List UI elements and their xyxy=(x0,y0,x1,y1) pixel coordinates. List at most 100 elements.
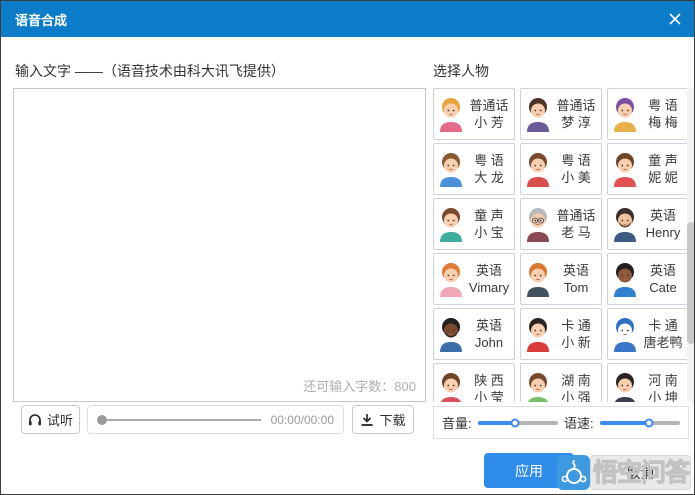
voice-avatar-icon xyxy=(614,153,636,187)
preview-button[interactable]: 试听 xyxy=(21,405,80,434)
voice-card[interactable]: 童 声小 宝 xyxy=(433,198,515,250)
voice-label: 英语 John xyxy=(464,318,514,351)
apply-button[interactable]: 应用 xyxy=(484,453,574,488)
preview-button-label: 试听 xyxy=(46,413,73,428)
voice-name: Cate xyxy=(649,279,677,295)
voice-lang: 英语 xyxy=(649,207,676,223)
voice-avatar-icon xyxy=(440,98,462,132)
voice-name: John xyxy=(474,334,504,350)
text-input-area[interactable] xyxy=(13,88,426,402)
voice-card[interactable]: 英语 Henry xyxy=(607,198,689,250)
voice-lang: 普通话 xyxy=(556,97,596,113)
voice-card[interactable]: 陕 西小 莹 xyxy=(433,363,515,402)
voice-avatar-icon xyxy=(527,208,549,242)
playhead-dot[interactable] xyxy=(97,414,107,425)
volume-slider[interactable] xyxy=(477,418,558,427)
speed-slider[interactable] xyxy=(599,418,680,427)
voice-grid: 普通话小 芳普通话梦 淳粤 语梅 梅粤 语大 龙粤 语小 美童 声妮 妮童 声小… xyxy=(433,88,689,402)
voice-name: 小 美 xyxy=(561,169,591,185)
scrollbar-thumb[interactable] xyxy=(687,222,694,344)
voice-card[interactable]: 普通话老 马 xyxy=(520,198,602,250)
voice-lang: 陕 西 xyxy=(474,372,504,388)
voice-name: Vimary xyxy=(468,279,510,295)
voice-card[interactable]: 英语 Tom xyxy=(520,253,602,305)
voice-card[interactable]: 粤 语大 龙 xyxy=(433,143,515,195)
voice-avatar-icon xyxy=(441,373,461,402)
voice-label: 英语 Vimary xyxy=(464,263,514,296)
voice-label: 童 声小 宝 xyxy=(464,208,514,241)
voice-lang: 英语 xyxy=(649,262,676,278)
voice-avatar-icon xyxy=(440,318,462,352)
voice-lang: 卡 通 xyxy=(561,317,591,333)
voice-name: 大 龙 xyxy=(474,169,504,185)
voice-card[interactable]: 湖 南小 强 xyxy=(520,363,602,402)
voice-name: 小 芳 xyxy=(474,114,504,130)
voice-name: Tom xyxy=(563,279,589,295)
cancel-button[interactable]: 取消 xyxy=(590,455,691,490)
voice-label: 普通话老 马 xyxy=(551,208,601,241)
voice-card[interactable]: 英语 Cate xyxy=(607,253,689,305)
voice-card[interactable]: 河 南小 坤 xyxy=(607,363,689,402)
voice-lang: 童 声 xyxy=(648,152,678,168)
voice-card[interactable]: 卡 通小 新 xyxy=(520,308,602,360)
voice-card[interactable]: 童 声妮 妮 xyxy=(607,143,689,195)
voice-lang: 河 南 xyxy=(648,372,678,388)
progress-track[interactable] xyxy=(107,418,261,421)
voice-label: 童 声妮 妮 xyxy=(638,153,688,186)
volume-slider-fill xyxy=(477,420,515,425)
voice-label: 粤 语梅 梅 xyxy=(638,98,688,131)
speed-slider-handle[interactable] xyxy=(644,418,654,427)
voice-lang: 粤 语 xyxy=(648,97,678,113)
voice-list-scrollbar[interactable] xyxy=(687,88,694,402)
audio-sliders-box: 音量: 语速: xyxy=(433,406,689,439)
voice-card[interactable]: 粤 语梅 梅 xyxy=(607,88,689,140)
voice-name: 小 莹 xyxy=(474,389,504,403)
download-icon xyxy=(361,414,373,426)
voice-avatar-icon xyxy=(615,373,635,402)
voice-card[interactable]: 普通话小 芳 xyxy=(433,88,515,140)
title-bar: 语音合成 xyxy=(1,1,694,37)
voice-lang: 卡 通 xyxy=(648,317,678,333)
voice-avatar-icon xyxy=(527,263,549,297)
voice-label: 英语 Tom xyxy=(551,263,601,296)
voice-lang: 湖 南 xyxy=(561,372,591,388)
voice-name: 梦 淳 xyxy=(561,114,591,130)
voice-card[interactable]: 卡 通唐老鸭 xyxy=(607,308,689,360)
volume-label: 音量: xyxy=(442,416,472,431)
voice-card[interactable]: 普通话梦 淳 xyxy=(520,88,602,140)
voice-name: Henry xyxy=(645,224,681,240)
dialog-title: 语音合成 xyxy=(15,12,68,28)
voice-lang: 普通话 xyxy=(556,207,596,223)
voice-avatar-icon xyxy=(440,208,462,242)
voice-lang: 粤 语 xyxy=(561,152,591,168)
voice-name: 小 宝 xyxy=(474,224,504,240)
speed-label: 语速: xyxy=(564,416,594,431)
voice-name: 小 新 xyxy=(561,334,591,350)
close-button[interactable] xyxy=(666,10,684,28)
voice-label: 卡 通小 新 xyxy=(551,318,601,351)
speech-synthesis-dialog: 语音合成 输入文字 ——（语音技术由科大讯飞提供） 选择人物 还可输入字数：80… xyxy=(0,0,695,495)
voice-card[interactable]: 英语 John xyxy=(433,308,515,360)
voice-label: 河 南小 坤 xyxy=(638,373,688,403)
volume-slider-handle[interactable] xyxy=(510,418,520,427)
input-text-label: 输入文字 ——（语音技术由科大讯飞提供） xyxy=(15,63,285,79)
voice-select-header: 选择人物 xyxy=(433,63,489,79)
voice-label: 英语 Henry xyxy=(638,208,688,241)
close-icon xyxy=(669,13,681,25)
voice-name: 小 强 xyxy=(561,389,591,403)
voice-lang: 英语 xyxy=(475,317,502,333)
voice-lang: 英语 xyxy=(475,262,502,278)
voice-avatar-icon xyxy=(614,318,636,352)
voice-avatar-icon xyxy=(614,98,636,132)
voice-card[interactable]: 粤 语小 美 xyxy=(520,143,602,195)
voice-avatar-icon xyxy=(614,263,636,297)
voice-name: 妮 妮 xyxy=(648,169,678,185)
speed-slider-fill xyxy=(599,420,650,425)
playback-progress[interactable]: 00:00/00:00 xyxy=(87,405,344,434)
voice-name: 老 马 xyxy=(561,224,591,240)
voice-label: 普通话梦 淳 xyxy=(551,98,601,131)
download-button[interactable]: 下载 xyxy=(352,405,414,434)
voice-label: 粤 语大 龙 xyxy=(464,153,514,186)
voice-label: 湖 南小 强 xyxy=(551,373,601,403)
voice-card[interactable]: 英语 Vimary xyxy=(433,253,515,305)
